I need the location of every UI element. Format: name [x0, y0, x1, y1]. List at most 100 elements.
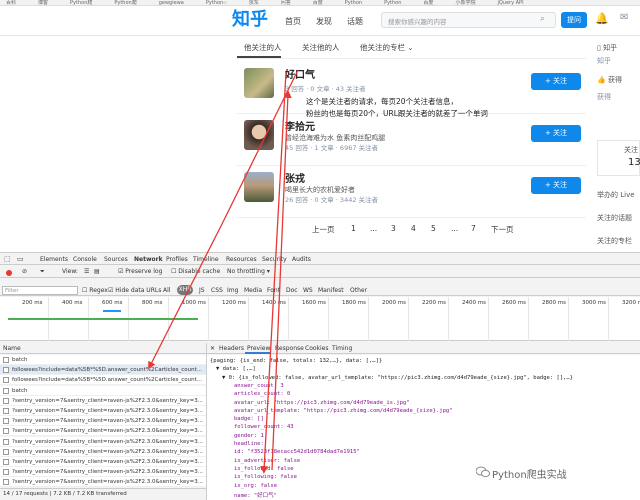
active-tab-indicator	[245, 352, 271, 354]
filter-js[interactable]: JS	[199, 287, 205, 294]
disable-cache-checkbox[interactable]: ☐ Disable cache	[171, 268, 220, 275]
request-row[interactable]: ?sentry_version=7&sentry_client=raven-js…	[0, 477, 206, 488]
hide-data-urls-checkbox[interactable]: ☑ Hide data URLs	[108, 287, 161, 294]
json-line: badge: []	[234, 416, 264, 423]
follow-count-box[interactable]: 关注 13	[597, 140, 640, 176]
search-input[interactable]: 搜索你感兴趣的内容	[381, 12, 556, 28]
devtools-tab-resources[interactable]: Resources	[226, 256, 257, 263]
detail-tab-response[interactable]: Response	[275, 345, 304, 352]
request-row[interactable]: ?sentry_version=7&sentry_client=raven-js…	[0, 467, 206, 478]
devtools-tab-security[interactable]: Security	[262, 256, 287, 263]
request-row[interactable]: ?sentry_version=7&sentry_client=raven-js…	[0, 395, 206, 406]
filter-media[interactable]: Media	[244, 287, 262, 294]
detail-tab-preview[interactable]: Preview	[247, 345, 270, 352]
record-icon[interactable]	[6, 270, 12, 276]
json-line[interactable]: ▼ 0: {is_followed: false, avatar_url_tem…	[222, 375, 573, 381]
devtools-tab-console[interactable]: Console	[73, 256, 97, 263]
user-name[interactable]: 张戎	[285, 170, 305, 185]
devtools-tab-audits[interactable]: Audits	[292, 256, 311, 263]
filter-img[interactable]: Img	[227, 287, 238, 294]
bell-icon[interactable]: 🔔	[595, 12, 609, 25]
inspect-icon[interactable]: ⬚	[4, 255, 11, 263]
request-row[interactable]: ?sentry_version=7&sentry_client=raven-js…	[0, 457, 206, 467]
request-list-header[interactable]: Name	[0, 343, 206, 354]
next-page-link[interactable]: 下一页	[491, 224, 514, 235]
request-row[interactable]: ?sentry_version=7&sentry_client=raven-js…	[0, 436, 206, 447]
json-line: avatar_url: "https://pic3.zhimg.com/d4d7…	[234, 399, 410, 406]
user-name[interactable]: 李拾元	[285, 118, 315, 133]
tab-following[interactable]: 他关注的人	[244, 42, 282, 53]
filter-other[interactable]: Other	[350, 287, 367, 294]
request-name: ?sentry_version=7&sentry_client=raven-js…	[12, 469, 203, 476]
list-view-icon[interactable]: ☰	[84, 268, 89, 275]
nav-explore[interactable]: 发现	[316, 16, 332, 27]
devtools-tab-elements[interactable]: Elements	[40, 256, 68, 263]
sidebar-link[interactable]: 关注的专栏	[597, 236, 632, 246]
ask-button[interactable]: 提问	[561, 12, 587, 28]
sidebar-link[interactable]: 举办的 Live	[597, 190, 635, 200]
file-icon	[3, 357, 9, 363]
avatar[interactable]	[244, 120, 274, 150]
sidebar-link[interactable]: 关注的话题	[597, 213, 632, 223]
chevron-down-icon: ▾	[266, 268, 270, 275]
json-line[interactable]: ▼ data: [,…]	[216, 366, 256, 372]
avatar[interactable]	[244, 68, 274, 98]
throttling-select[interactable]: No throttling ▾	[227, 268, 270, 275]
request-row[interactable]: ?sentry_version=7&sentry_client=raven-js…	[0, 406, 206, 416]
request-row[interactable]: batch	[0, 385, 206, 396]
nav-home[interactable]: 首页	[285, 16, 301, 27]
close-icon[interactable]: ✕	[210, 345, 215, 352]
regex-checkbox[interactable]: ☐ Regex	[82, 287, 108, 294]
request-row[interactable]: ?sentry_version=7&sentry_client=raven-js…	[0, 446, 206, 457]
request-row[interactable]: ?sentry_version=7&sentry_client=raven-js…	[0, 426, 206, 437]
devtools-tab-profiles[interactable]: Profiles	[166, 256, 188, 263]
devtools-tab-sources[interactable]: Sources	[104, 256, 128, 263]
filter-xhr[interactable]: XHR	[177, 285, 193, 295]
request-row[interactable]: followees?include=data%5B*%5D.answer_cou…	[0, 375, 206, 386]
device-icon[interactable]: ▭	[17, 255, 24, 263]
file-icon	[3, 418, 9, 425]
zhihu-logo[interactable]: 知乎	[232, 5, 268, 31]
filter-input[interactable]: Filter	[2, 286, 78, 295]
detail-tab-timing[interactable]: Timing	[332, 345, 352, 352]
clear-icon[interactable]: ⊘	[22, 268, 27, 275]
filter-all[interactable]: All	[163, 287, 170, 294]
file-icon	[3, 428, 9, 435]
timeline-gridline	[448, 297, 449, 341]
tab-columns[interactable]: 他关注的专栏 ⌄	[360, 42, 414, 53]
tab-followers[interactable]: 关注他的人	[302, 42, 340, 53]
follow-button[interactable]: + 关注	[531, 73, 581, 90]
prev-page-link[interactable]: 上一页	[312, 224, 335, 235]
nav-topics[interactable]: 话题	[347, 16, 363, 27]
preserve-log-checkbox[interactable]: ☑ Preserve log	[118, 268, 162, 275]
detail-tab-cookies[interactable]: Cookies	[305, 345, 329, 352]
filter-ws[interactable]: WS	[303, 287, 313, 294]
follow-button[interactable]: + 关注	[531, 177, 581, 194]
timeline-tick-label: 2800 ms	[542, 300, 566, 306]
page-link[interactable]: 4	[411, 224, 416, 233]
filter-icon[interactable]: ⏷	[40, 268, 45, 276]
request-row[interactable]: batch	[0, 355, 206, 365]
filter-doc[interactable]: Doc	[286, 287, 298, 294]
message-icon[interactable]: ✉	[620, 12, 628, 23]
avatar[interactable]	[244, 172, 274, 202]
filter-font[interactable]: Font	[267, 287, 280, 294]
request-row[interactable]: ?sentry_version=7&sentry_client=raven-js…	[0, 416, 206, 427]
page-link[interactable]: 7	[471, 224, 476, 233]
json-line[interactable]: {paging: {is_end: false, totals: 132,…},…	[210, 358, 382, 364]
devtools-tab-timeline[interactable]: Timeline	[193, 256, 219, 263]
filter-css[interactable]: CSS	[211, 287, 223, 294]
overview-icon[interactable]: ▤	[94, 268, 100, 275]
page-link[interactable]: 5	[431, 224, 436, 233]
user-name[interactable]: 好口气	[285, 66, 315, 81]
follow-button[interactable]: + 关注	[531, 125, 581, 142]
filter-manifest[interactable]: Manifest	[318, 287, 344, 294]
request-row[interactable]: followees?include=data%5B*%5D.answer_cou…	[0, 365, 206, 376]
page-link[interactable]: 3	[391, 224, 396, 233]
detail-tabs: ✕ Headers Preview Response Cookies Timin…	[207, 343, 640, 354]
detail-tab-headers[interactable]: Headers	[219, 345, 244, 352]
page-link[interactable]: 1	[351, 224, 356, 233]
search-icon[interactable]: ⌕	[540, 14, 545, 24]
devtools-tab-network[interactable]: Network	[134, 256, 163, 263]
sidebar-text: 知乎	[597, 57, 611, 65]
